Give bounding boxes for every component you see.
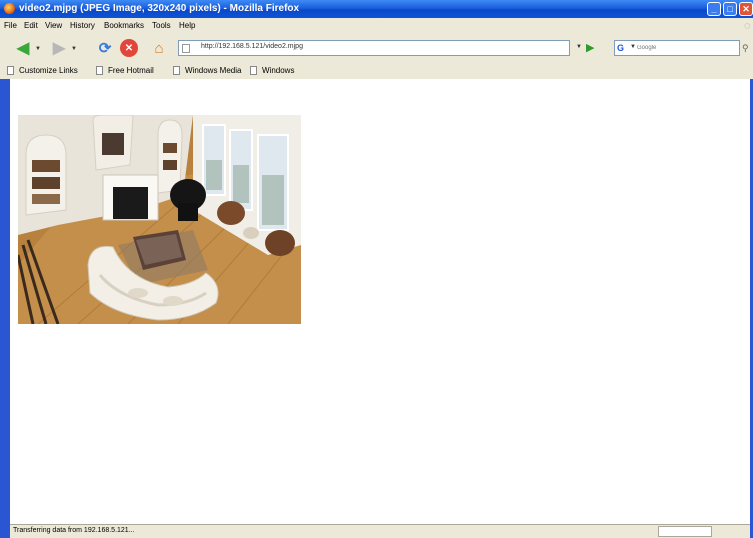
menu-bar: File Edit View History Bookmarks Tools H… xyxy=(0,18,753,34)
forward-history-dropdown-icon[interactable]: ▼ xyxy=(70,45,78,53)
throbber-icon: ◌ xyxy=(744,20,751,32)
home-icon[interactable]: ⌂ xyxy=(150,39,168,57)
stop-icon[interactable]: ✕ xyxy=(120,39,138,57)
url-text: http://192.168.5.121/video2.mjpg xyxy=(201,43,303,50)
page-icon xyxy=(182,44,190,53)
menu-help[interactable]: Help xyxy=(179,21,195,30)
menu-edit[interactable]: Edit xyxy=(24,21,38,30)
navigation-toolbar: ◀ ▼ ▶ ▼ ⟳ ✕ ⌂ http://192.168.5.121/video… xyxy=(0,34,753,63)
back-history-dropdown-icon[interactable]: ▼ xyxy=(34,45,42,53)
firefox-logo-icon xyxy=(4,3,15,14)
browser-window: video2.mjpg (JPEG Image, 320x240 pixels)… xyxy=(0,0,753,538)
bookmark-label: Customize Links xyxy=(19,66,78,75)
bookmark-customize-links[interactable]: Customize Links xyxy=(7,65,78,76)
search-box[interactable]: G ▼ xyxy=(614,40,740,56)
forward-arrow-icon[interactable]: ▶ xyxy=(50,40,68,57)
window-frame-left xyxy=(0,79,10,538)
bookmark-page-icon xyxy=(173,66,180,75)
go-arrow-icon[interactable]: ▶ xyxy=(586,42,598,54)
status-panel xyxy=(658,526,712,537)
title-bar: video2.mjpg (JPEG Image, 320x240 pixels)… xyxy=(0,0,753,18)
reload-icon[interactable]: ⟳ xyxy=(96,39,114,57)
google-logo-icon[interactable]: G xyxy=(617,43,628,53)
menu-view[interactable]: View xyxy=(45,21,62,30)
bookmark-windows-media[interactable]: Windows Media xyxy=(173,65,241,76)
menu-file[interactable]: File xyxy=(4,21,17,30)
bookmark-page-icon xyxy=(7,66,14,75)
camera-image xyxy=(18,115,301,324)
bookmark-windows[interactable]: Windows xyxy=(250,65,294,76)
bookmarks-toolbar: Customize Links Free Hotmail Windows Med… xyxy=(0,62,753,80)
menu-history[interactable]: History xyxy=(70,21,95,30)
bookmark-label: Free Hotmail xyxy=(108,66,154,75)
bookmark-label: Windows xyxy=(262,66,295,75)
search-engine-dropdown-icon[interactable]: ▼ xyxy=(630,44,636,50)
menu-bookmarks[interactable]: Bookmarks xyxy=(104,21,144,30)
page-content xyxy=(10,79,750,524)
bookmark-label: Windows Media xyxy=(185,66,242,75)
maximize-button[interactable]: □ xyxy=(723,2,737,16)
search-input[interactable] xyxy=(637,42,732,54)
back-arrow-icon[interactable]: ◀ xyxy=(14,40,32,57)
bookmark-free-hotmail[interactable]: Free Hotmail xyxy=(96,65,154,76)
minimize-button[interactable]: _ xyxy=(707,2,721,16)
url-dropdown-icon[interactable]: ▼ xyxy=(576,44,582,50)
status-bar: Transferring data from 192.168.5.121... xyxy=(10,524,750,538)
close-button[interactable]: ✕ xyxy=(739,2,753,16)
status-text: Transferring data from 192.168.5.121... xyxy=(13,527,135,534)
bookmark-page-icon xyxy=(96,66,103,75)
url-field[interactable]: http://192.168.5.121/video2.mjpg xyxy=(178,40,570,56)
menu-tools[interactable]: Tools xyxy=(152,21,171,30)
search-magnifier-icon[interactable]: ⚲ xyxy=(742,43,749,54)
bookmark-page-icon xyxy=(250,66,257,75)
window-title: video2.mjpg (JPEG Image, 320x240 pixels)… xyxy=(19,3,300,14)
